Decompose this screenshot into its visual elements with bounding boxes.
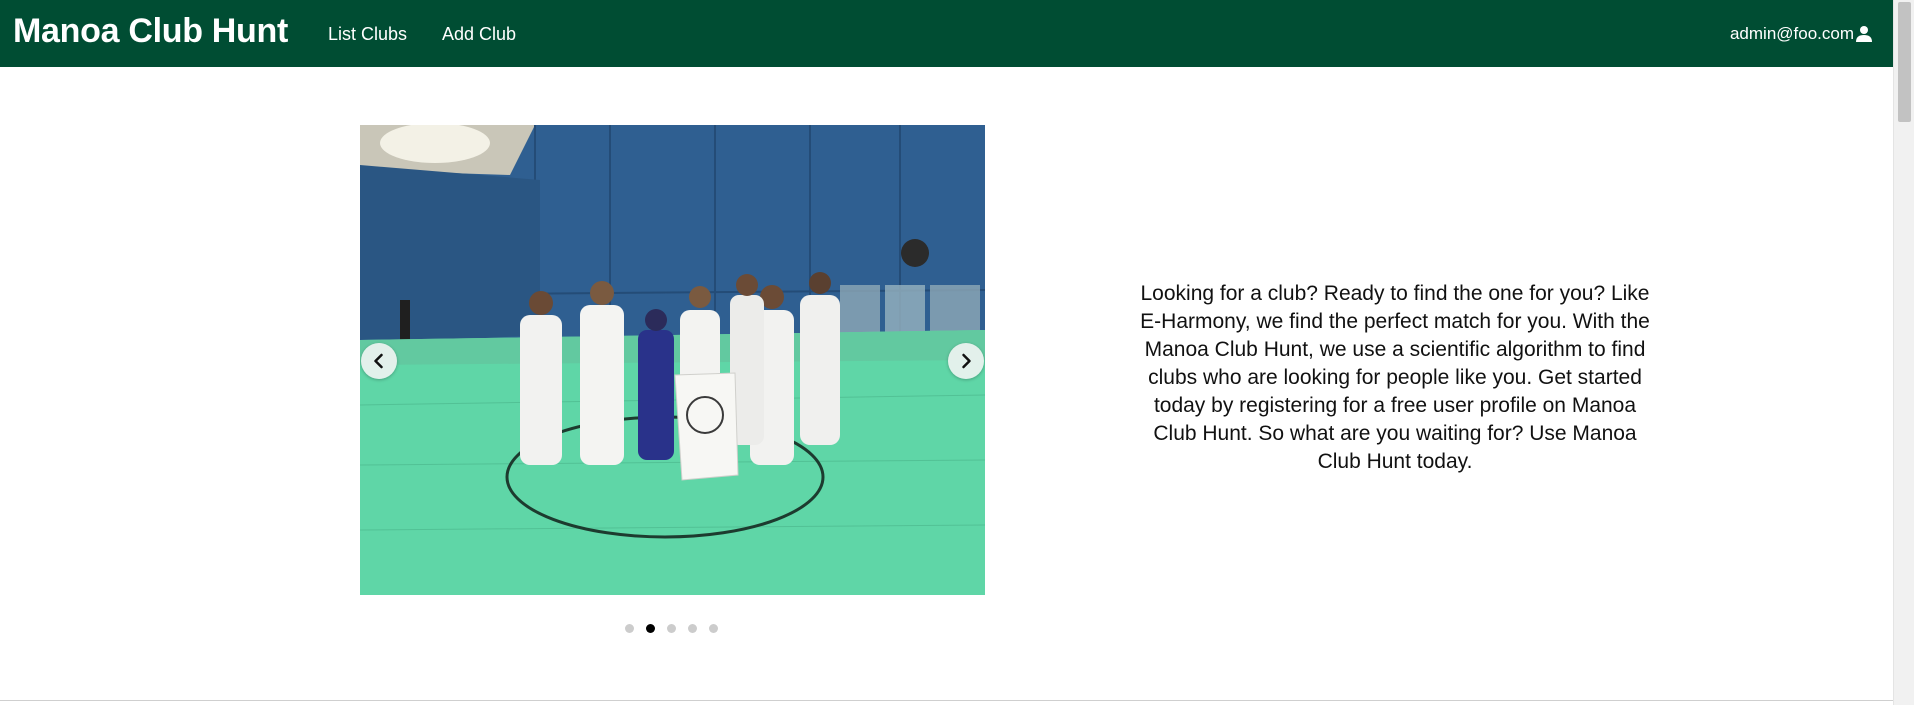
chevron-left-icon <box>374 353 383 369</box>
carousel-dot-4[interactable] <box>688 624 697 633</box>
page-scrollbar[interactable] <box>1893 0 1914 705</box>
user-icon <box>1856 26 1872 42</box>
carousel-prev-button[interactable] <box>361 343 397 379</box>
carousel-dot-2[interactable] <box>646 624 655 633</box>
carousel-dot-1[interactable] <box>625 624 634 633</box>
judo-team-photo <box>360 125 985 595</box>
carousel-indicators <box>625 624 718 633</box>
top-navbar: Manoa Club Hunt List Clubs Add Club admi… <box>0 0 1893 67</box>
user-menu[interactable]: admin@foo.com <box>1730 24 1873 44</box>
carousel-dot-5[interactable] <box>709 624 718 633</box>
footer-divider <box>0 700 1893 701</box>
landing-tagline: Looking for a club? Ready to find the on… <box>1140 282 1650 473</box>
carousel-dot-3[interactable] <box>667 624 676 633</box>
nav-link-add-club[interactable]: Add Club <box>442 24 516 45</box>
carousel-next-button[interactable] <box>948 343 984 379</box>
nav-link-list-clubs[interactable]: List Clubs <box>328 24 407 45</box>
scrollbar-thumb[interactable] <box>1898 2 1911 122</box>
user-email: admin@foo.com <box>1729 24 1854 43</box>
chevron-right-icon <box>962 353 971 369</box>
image-carousel <box>360 125 985 595</box>
brand-logo-text[interactable]: Manoa Club Hunt <box>13 12 288 51</box>
